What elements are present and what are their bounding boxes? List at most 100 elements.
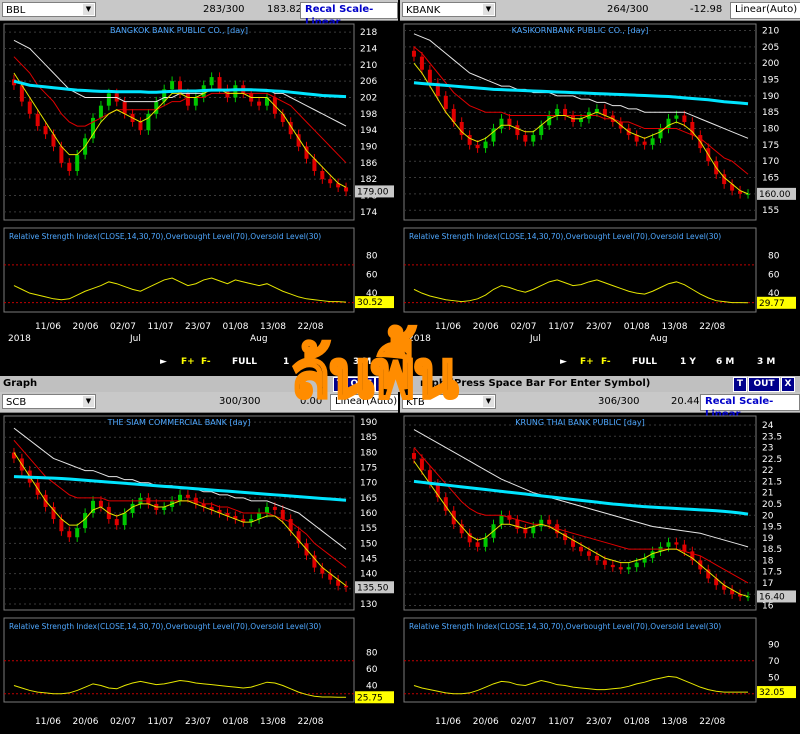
candle-body bbox=[344, 187, 349, 192]
full-button[interactable]: FULL bbox=[232, 356, 257, 368]
last-value: -12.98 bbox=[690, 4, 723, 15]
x-tick-label: 11/06 bbox=[35, 717, 61, 727]
y-tick-label: 198 bbox=[360, 110, 377, 120]
y-tick-label: 23.5 bbox=[762, 432, 782, 442]
candle-body bbox=[411, 50, 416, 57]
x-tick-label: 13/08 bbox=[662, 717, 688, 727]
candle-body bbox=[178, 494, 182, 501]
zoom-out-button[interactable]: F- bbox=[201, 356, 211, 368]
candle-body bbox=[35, 113, 40, 127]
candle-body bbox=[475, 542, 480, 547]
x-tick-label: 22/08 bbox=[298, 717, 324, 727]
chart-title: KRUNG THAI BANK PUBLIC [day] bbox=[515, 418, 644, 427]
price-plot-area bbox=[403, 415, 757, 611]
price-chart: 2423.5 2322.52221.5 2120.520 19.51918.518 17… bbox=[403, 415, 796, 727]
rsi-tick-label: 60 bbox=[366, 270, 378, 280]
x-tick-label: 20/06 bbox=[473, 322, 499, 332]
candle-body bbox=[515, 125, 520, 136]
rsi-last-label: 32.05 bbox=[759, 688, 785, 698]
one-year-button[interactable]: 1 Y bbox=[680, 356, 696, 368]
candle-body bbox=[59, 146, 64, 163]
y-tick-label: 185 bbox=[360, 433, 377, 443]
y-tick-label: 165 bbox=[360, 494, 377, 504]
y-tick-label: 160 bbox=[360, 509, 377, 519]
y-tick-label: 186 bbox=[360, 159, 377, 169]
chevron-down-icon[interactable]: ▼ bbox=[483, 4, 494, 15]
candle-body bbox=[209, 77, 214, 86]
y-tick-label: 214 bbox=[360, 45, 377, 55]
chevron-down-icon[interactable]: ▼ bbox=[83, 396, 94, 407]
candle-body bbox=[610, 564, 615, 568]
scale-button[interactable]: Linear(Auto) bbox=[730, 2, 800, 19]
candle-body bbox=[602, 560, 607, 565]
x-tick-label: 13/08 bbox=[260, 717, 286, 727]
scale-button[interactable]: Recal Scale-Linear bbox=[300, 2, 398, 28]
candle-body bbox=[320, 171, 325, 180]
x-tick-label: 01/08 bbox=[223, 322, 249, 332]
y-tick-label: 16 bbox=[762, 601, 774, 611]
y-tick-label: 182 bbox=[360, 175, 377, 185]
scale-button[interactable]: Recal Scale-Linear bbox=[700, 394, 800, 420]
one-year-button[interactable]: 1 bbox=[283, 356, 289, 368]
candle-body bbox=[586, 551, 591, 556]
symbol-input[interactable]: KBANK ▼ bbox=[402, 2, 496, 17]
x-tick-label: 02/07 bbox=[511, 717, 537, 727]
zoom-in-button[interactable]: F+ bbox=[181, 356, 195, 368]
zoom-in-button[interactable]: F+ bbox=[580, 356, 594, 368]
scroll-right-icon[interactable]: ► bbox=[160, 356, 167, 368]
three-month-button[interactable]: 3 M bbox=[757, 356, 775, 368]
candle-body bbox=[475, 144, 480, 149]
t-button-2[interactable]: T bbox=[733, 377, 747, 392]
candle-body bbox=[280, 113, 285, 122]
rsi-tick-label: 80 bbox=[768, 251, 780, 261]
candle-body bbox=[746, 596, 751, 598]
y-tick-label: 170 bbox=[762, 157, 779, 167]
x-tick-label: 23/07 bbox=[586, 322, 612, 332]
x-tick-label: 11/07 bbox=[548, 717, 574, 727]
y-tick-label: 218 bbox=[360, 28, 377, 38]
rsi-tick-label: 80 bbox=[366, 649, 378, 659]
zoom-out-button[interactable]: F- bbox=[601, 356, 611, 368]
y-tick-label: 19 bbox=[762, 534, 774, 544]
y-tick-label: 185 bbox=[762, 108, 779, 118]
full-button[interactable]: FULL bbox=[632, 356, 657, 368]
symbol-input[interactable]: SCB ▼ bbox=[2, 394, 96, 409]
candle-body bbox=[650, 138, 655, 145]
close-icon-2[interactable]: X bbox=[781, 377, 795, 392]
chevron-down-icon[interactable]: ▼ bbox=[483, 396, 494, 407]
nav-bar-right: ► F+ F- FULL 1 Y 6 M 3 M bbox=[400, 355, 800, 369]
rsi-last-label: 30.52 bbox=[357, 298, 383, 308]
y-tick-label: 21 bbox=[762, 489, 773, 499]
y-tick-label: 165 bbox=[762, 174, 779, 184]
scroll-right-icon[interactable]: ► bbox=[560, 356, 567, 368]
y-tick-label: 202 bbox=[360, 94, 377, 104]
candle-body bbox=[75, 528, 80, 538]
x-tick-label: 23/07 bbox=[586, 717, 612, 727]
chevron-down-icon[interactable]: ▼ bbox=[83, 4, 94, 15]
candle-body bbox=[138, 122, 143, 131]
out-button-2[interactable]: OUT bbox=[748, 377, 780, 392]
bar-count: 264/300 bbox=[607, 4, 649, 15]
bar-count: 306/300 bbox=[598, 396, 640, 407]
y-tick-label: 23 bbox=[762, 444, 773, 454]
candle-body bbox=[27, 101, 32, 114]
candle-body bbox=[507, 118, 512, 126]
candle-body bbox=[499, 515, 504, 525]
symbol-input[interactable]: BBL ▼ bbox=[2, 2, 96, 17]
y-tick-label: 21.5 bbox=[762, 477, 782, 487]
panel-toolbar: BBL ▼ 283/300 183.82 Recal Scale-Linear bbox=[0, 0, 398, 28]
candle-body bbox=[67, 162, 72, 171]
x-tick-label: 11/06 bbox=[435, 717, 461, 727]
rsi-tick-label: 60 bbox=[768, 270, 780, 280]
candle-body bbox=[419, 458, 424, 471]
y-tick-label: 210 bbox=[360, 61, 377, 71]
six-month-button[interactable]: 6 M bbox=[716, 356, 734, 368]
rsi-last-label: 29.77 bbox=[759, 299, 785, 309]
last-value: 183.82 bbox=[267, 4, 302, 15]
candle-body bbox=[233, 85, 238, 98]
x-tick-label: 13/08 bbox=[662, 322, 688, 332]
last-price-label: 16.40 bbox=[759, 592, 785, 602]
y-tick-label: 18 bbox=[762, 556, 774, 566]
chart-title: KASIKORNBANK PUBLIC CO., [day] bbox=[512, 26, 649, 35]
candle-body bbox=[626, 567, 631, 570]
